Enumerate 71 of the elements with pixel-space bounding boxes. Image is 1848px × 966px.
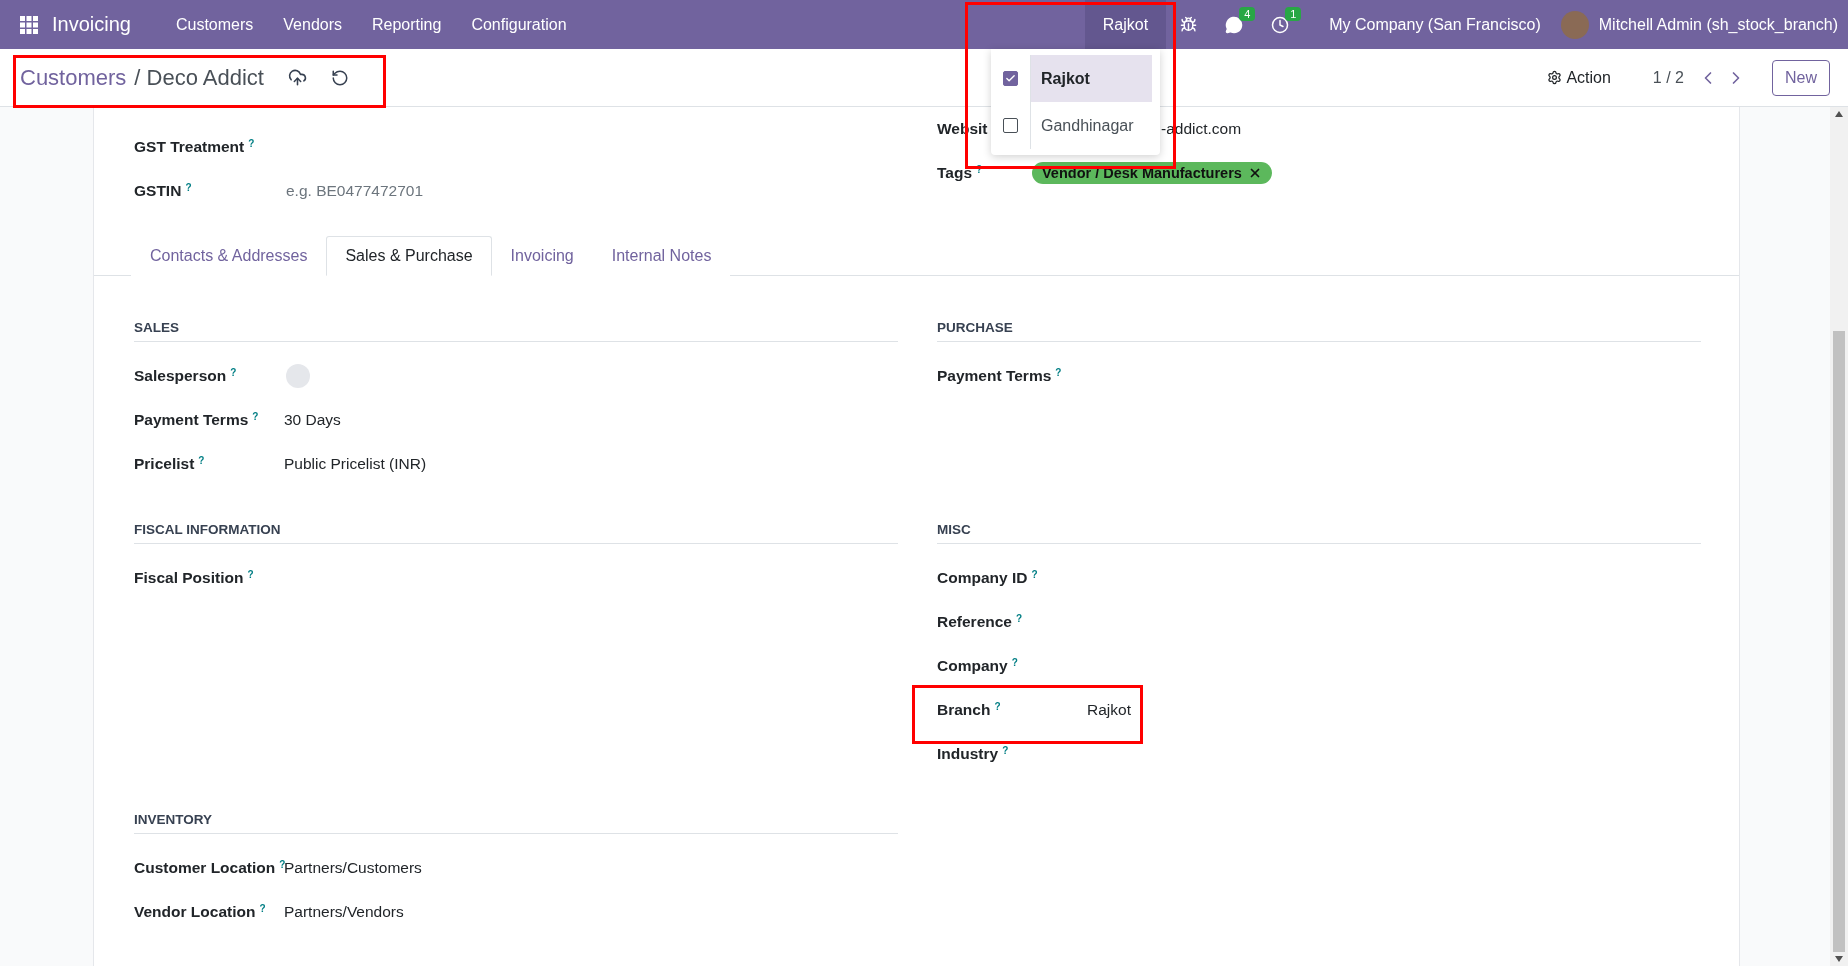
- menu-item[interactable]: Configuration: [456, 15, 582, 34]
- help-mark: ?: [1002, 745, 1009, 756]
- avatar-icon: [286, 364, 310, 388]
- undo-icon[interactable]: [331, 68, 349, 87]
- field-label: Company: [937, 657, 1008, 675]
- section-heading: FISCAL INFORMATION: [134, 522, 898, 544]
- field-label: Company ID: [937, 569, 1028, 587]
- field-value: Partners/Vendors: [284, 903, 404, 921]
- app-name[interactable]: Invoicing: [52, 13, 131, 36]
- help-mark: ?: [252, 411, 259, 422]
- badge: 4: [1239, 6, 1256, 21]
- field-value: Public Pricelist (INR): [284, 455, 427, 473]
- help-mark: ?: [1011, 657, 1018, 668]
- field-label: Salesperson: [134, 367, 227, 385]
- section-heading: PURCHASE: [937, 320, 1701, 342]
- user-avatar: [1560, 10, 1589, 39]
- help-mark: ?: [279, 859, 286, 870]
- pager: 1 / 2: [1652, 68, 1684, 87]
- help-mark: ?: [994, 701, 1001, 712]
- scroll-down-icon[interactable]: [1835, 956, 1843, 962]
- help-mark: ?: [198, 455, 205, 466]
- user-menu[interactable]: Mitchell Admin (sh_stock_branch): [1598, 15, 1838, 34]
- field-value: Rajkot: [1087, 701, 1131, 719]
- badge: 1: [1285, 6, 1302, 21]
- section-heading: MISC: [937, 522, 1701, 544]
- checkbox[interactable]: [1003, 118, 1018, 133]
- field-value: 30 Days: [284, 411, 341, 429]
- branch-switcher[interactable]: Rajkot: [1084, 0, 1167, 49]
- field-label: GST Treatment: [134, 138, 245, 156]
- section-heading: INVENTORY: [134, 812, 898, 834]
- field-value: Partners/Customers: [284, 859, 422, 877]
- clock-icon[interactable]: [1271, 15, 1290, 34]
- field-label: Vendor Location: [134, 903, 256, 921]
- help-mark: ?: [1055, 367, 1062, 378]
- help-mark: ?: [259, 903, 266, 914]
- dropdown-item[interactable]: Rajkot: [1030, 55, 1152, 102]
- menu-item[interactable]: Customers: [160, 15, 269, 34]
- field-label: Fiscal Position: [134, 569, 244, 587]
- gear-icon: [1547, 70, 1563, 85]
- apps-icon[interactable]: [20, 15, 38, 34]
- field-label: Payment Terms: [937, 367, 1052, 385]
- company-switcher[interactable]: My Company (San Francisco): [1329, 15, 1541, 34]
- chat-icon[interactable]: [1225, 15, 1244, 34]
- check-icon: [1005, 73, 1016, 84]
- help-mark: ?: [185, 182, 192, 193]
- breadcrumb-link[interactable]: Customers: [20, 64, 127, 91]
- breadcrumb-current: / Deco Addict: [134, 64, 264, 91]
- scroll-up-icon[interactable]: [1835, 111, 1843, 117]
- save-icon[interactable]: [288, 68, 307, 87]
- field-label: Reference: [937, 613, 1012, 631]
- section-heading: SALES: [134, 320, 898, 342]
- field-label: Tags: [937, 164, 973, 182]
- menu-item[interactable]: Reporting: [357, 15, 457, 34]
- field-label: Customer Location: [134, 859, 276, 877]
- field-label: Branch: [937, 701, 991, 719]
- bug-icon[interactable]: [1180, 16, 1198, 33]
- scrollbar-thumb[interactable]: [1833, 331, 1845, 952]
- field-label: Payment Terms: [134, 411, 249, 429]
- menu-item[interactable]: Vendors: [268, 15, 357, 34]
- help-mark: ?: [248, 138, 255, 149]
- field-label: GSTIN: [134, 182, 182, 200]
- field-label: Pricelist: [134, 455, 195, 473]
- checkbox[interactable]: [1003, 71, 1018, 86]
- help-mark: ?: [247, 569, 254, 580]
- new-button[interactable]: New: [1772, 59, 1830, 96]
- help-mark: ?: [1031, 569, 1038, 580]
- tab[interactable]: Sales & Purchase: [326, 236, 492, 276]
- help-mark: ?: [230, 367, 237, 378]
- action-button[interactable]: Action: [1541, 67, 1617, 88]
- field-label: Industry: [937, 745, 999, 763]
- help-mark: ?: [1015, 613, 1023, 624]
